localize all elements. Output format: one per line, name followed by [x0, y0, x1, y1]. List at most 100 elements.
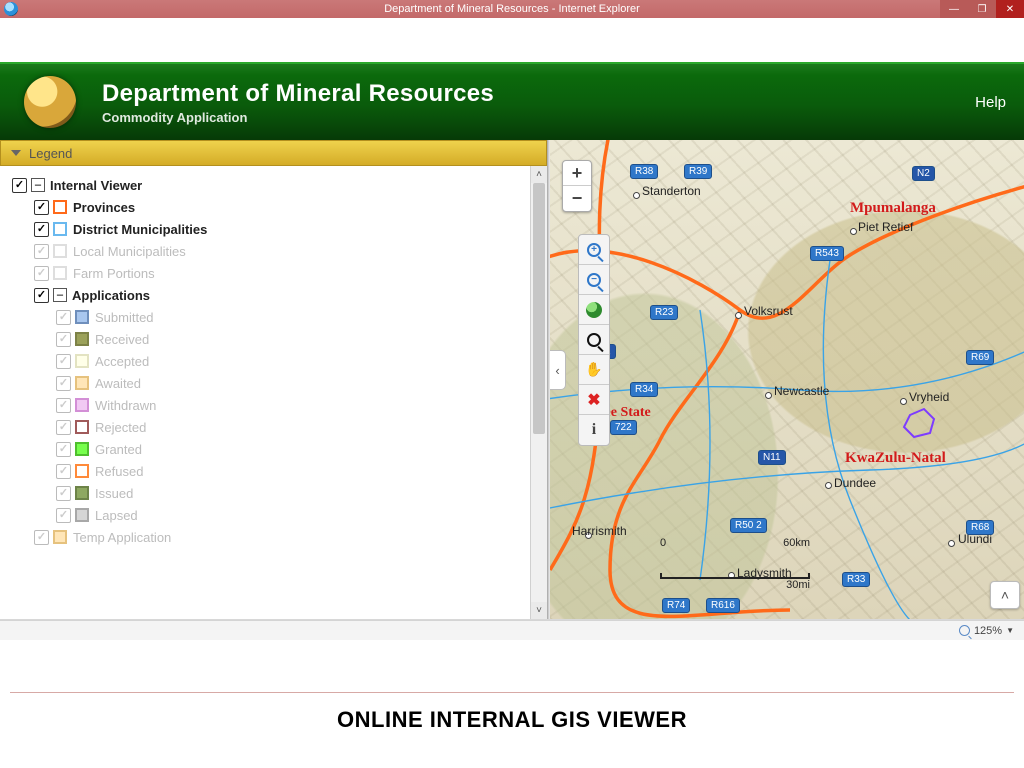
province-label: KwaZulu-Natal [845, 450, 946, 467]
status-item[interactable]: Rejected [12, 416, 543, 438]
scroll-down-button[interactable]: ˅ [531, 602, 547, 619]
window-maximize-button[interactable]: ❐ [968, 0, 996, 18]
tool-full-extent[interactable] [579, 295, 609, 325]
window-minimize-button[interactable]: — [940, 0, 968, 18]
status-item[interactable]: Granted [12, 438, 543, 460]
checkbox[interactable] [34, 530, 49, 545]
town-label: Newcastle [774, 384, 829, 398]
legend-title: Legend [29, 146, 72, 161]
route-shield: N2 [912, 166, 935, 181]
scroll-thumb[interactable] [533, 183, 545, 434]
scroll-up-button[interactable]: ˄ [531, 166, 547, 183]
town-label: Volksrust [744, 304, 793, 318]
checkbox[interactable] [56, 442, 71, 457]
layer-item[interactable]: Farm Portions [12, 262, 543, 284]
status-item[interactable]: Lapsed [12, 504, 543, 526]
status-item[interactable]: Submitted [12, 306, 543, 328]
window-close-button[interactable]: ✕ [996, 0, 1024, 18]
scroll-track[interactable] [531, 183, 547, 602]
app-subtitle: Commodity Application [102, 110, 494, 125]
tool-info[interactable]: i [579, 415, 609, 445]
layer-item[interactable]: Local Municipalities [12, 240, 543, 262]
status-item[interactable]: Accepted [12, 350, 543, 372]
town-marker [900, 398, 907, 405]
ie-icon [4, 2, 18, 16]
swatch-icon [53, 222, 67, 236]
checkbox[interactable] [56, 464, 71, 479]
checkbox[interactable] [56, 376, 71, 391]
checkbox[interactable] [34, 200, 49, 215]
layer-applications[interactable]: − Applications [12, 284, 543, 306]
layer-temp-application[interactable]: Temp Application [12, 526, 543, 548]
checkbox[interactable] [56, 332, 71, 347]
status-item[interactable]: Received [12, 328, 543, 350]
zoom-out-button[interactable]: − [563, 186, 591, 211]
layer-item[interactable]: Provinces [12, 196, 543, 218]
route-shield: R69 [966, 350, 994, 365]
crest-icon [24, 76, 76, 128]
route-shield: R38 [630, 164, 658, 179]
expand-toggle[interactable]: − [53, 288, 67, 302]
checkbox[interactable] [34, 244, 49, 259]
town-marker [850, 228, 857, 235]
browser-statusbar: 125% ▼ [0, 620, 1024, 640]
status-item[interactable]: Issued [12, 482, 543, 504]
zoom-indicator[interactable]: 125% ▼ [959, 625, 1014, 637]
help-link[interactable]: Help [975, 94, 1006, 111]
checkbox[interactable] [12, 178, 27, 193]
status-item[interactable]: Withdrawn [12, 394, 543, 416]
town-marker [633, 192, 640, 199]
collapse-panel-button[interactable]: ‹ [550, 350, 566, 390]
town-marker [948, 540, 955, 547]
town-marker [765, 392, 772, 399]
layer-root[interactable]: − Internal Viewer [12, 174, 543, 196]
slide-footer: ONLINE INTERNAL GIS VIEWER [0, 640, 1024, 768]
expand-toolbar-button[interactable]: ˄ [990, 581, 1020, 609]
expand-toggle[interactable]: − [31, 178, 45, 192]
route-shield: R39 [684, 164, 712, 179]
swatch-icon [53, 266, 67, 280]
checkbox[interactable] [56, 508, 71, 523]
status-item[interactable]: Refused [12, 460, 543, 482]
scale-bar: 060km 30mi [660, 561, 810, 593]
checkbox[interactable] [56, 398, 71, 413]
globe-icon [586, 302, 602, 318]
route-shield: R34 [630, 382, 658, 397]
layer-tree: − Internal Viewer ProvincesDistrict Muni… [0, 166, 547, 554]
swatch-icon [75, 508, 89, 522]
swatch-icon [75, 398, 89, 412]
checkbox[interactable] [34, 222, 49, 237]
town-label: Piet Retief [858, 220, 913, 234]
tool-zoom-in[interactable]: + [579, 235, 609, 265]
checkbox[interactable] [34, 266, 49, 281]
route-shield: R543 [810, 246, 844, 261]
tool-zoom-window[interactable] [579, 325, 609, 355]
legend-scrollbar[interactable]: ˄ ˅ [530, 166, 547, 619]
checkbox[interactable] [56, 486, 71, 501]
tool-pan[interactable]: ✋ [579, 355, 609, 385]
checkbox[interactable] [56, 310, 71, 325]
status-item[interactable]: Awaited [12, 372, 543, 394]
tool-clear[interactable]: ✖ [579, 385, 609, 415]
map-viewport[interactable]: MpumalangaFree StateKwaZulu-Natal Stande… [550, 140, 1024, 619]
town-label: Harrismith [572, 524, 627, 538]
legend-panel: Legend − Internal Viewer ProvincesDistri… [0, 140, 547, 619]
checkbox[interactable] [56, 354, 71, 369]
toolbar-gap [0, 18, 1024, 62]
swatch-icon [53, 200, 67, 214]
town-label: Vryheid [909, 390, 949, 404]
town-label: Standerton [642, 184, 701, 198]
checkbox[interactable] [34, 288, 49, 303]
checkbox[interactable] [56, 420, 71, 435]
legend-header[interactable]: Legend [0, 140, 547, 166]
town-marker [825, 482, 832, 489]
province-label: Mpumalanga [850, 200, 936, 217]
zoom-in-button[interactable]: + [563, 161, 591, 186]
route-shield: R50 2 [730, 518, 767, 533]
layer-item[interactable]: District Municipalities [12, 218, 543, 240]
swatch-icon [53, 530, 67, 544]
tool-zoom-out[interactable]: − [579, 265, 609, 295]
route-shield: R74 [662, 598, 690, 613]
swatch-icon [75, 354, 89, 368]
slide-caption: ONLINE INTERNAL GIS VIEWER [0, 707, 1024, 733]
